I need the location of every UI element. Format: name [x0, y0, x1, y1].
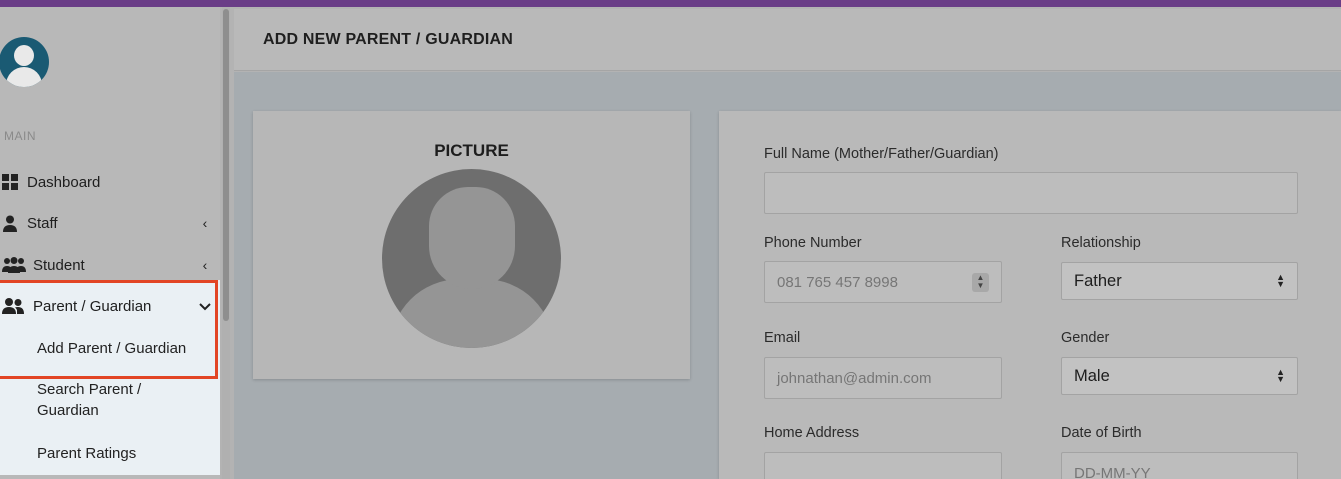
chevron-left-icon[interactable]: ‹ — [195, 215, 215, 231]
page-title: ADD NEW PARENT / GUARDIAN — [263, 31, 514, 48]
email-input[interactable]: johnathan@admin.com — [764, 357, 1002, 399]
picture-card: PICTURE — [253, 111, 690, 379]
sidebar-scrollbar[interactable] — [222, 7, 230, 479]
user-avatar[interactable] — [0, 37, 49, 87]
email-label: Email — [764, 330, 801, 346]
sidebar-item-staff[interactable]: Staff ‹ — [0, 208, 215, 238]
submenu-item-parent-ratings[interactable]: Parent Ratings — [37, 443, 136, 464]
submenu-item-add-parent[interactable]: Add Parent / Guardian — [37, 338, 186, 359]
chevron-down-icon[interactable] — [195, 298, 215, 314]
parent-form-card: Full Name (Mother/Father/Guardian) Phone… — [719, 111, 1341, 479]
sidebar-item-label: Student — [33, 256, 85, 274]
email-placeholder: johnathan@admin.com — [777, 369, 932, 387]
full-name-label: Full Name (Mother/Father/Guardian) — [764, 146, 999, 162]
phone-label: Phone Number — [764, 235, 862, 251]
picture-title: PICTURE — [434, 141, 509, 160]
home-address-input[interactable] — [764, 452, 1002, 479]
sidebar-item-label: Parent / Guardian — [33, 297, 152, 315]
sidebar-section-label: MAIN — [4, 129, 36, 143]
gender-label: Gender — [1061, 330, 1110, 346]
page-header: ADD NEW PARENT / GUARDIAN — [234, 9, 1341, 71]
chevron-left-icon[interactable]: ‹ — [195, 257, 215, 273]
gender-value: Male — [1074, 366, 1110, 385]
parents-group-icon — [0, 298, 28, 314]
sidebar-item-dashboard[interactable]: Dashboard — [0, 167, 215, 197]
scrollbar-thumb[interactable] — [223, 9, 229, 321]
select-caret-icon: ▲ ▼ — [1276, 272, 1285, 289]
dob-placeholder: DD-MM-YY — [1074, 464, 1151, 479]
home-address-label: Home Address — [764, 425, 860, 441]
submenu-item-search-parent[interactable]: Search Parent / Guardian — [37, 379, 177, 421]
sidebar-item-student[interactable]: Student ‹ — [0, 250, 215, 280]
full-name-input[interactable] — [764, 172, 1298, 214]
number-stepper-icon[interactable]: ▲ ▼ — [972, 273, 989, 292]
relationship-select[interactable]: Father ▲ ▼ — [1061, 262, 1298, 300]
relationship-label: Relationship — [1061, 235, 1141, 251]
select-caret-icon: ▲ ▼ — [1276, 367, 1285, 384]
sidebar-item-parent-guardian[interactable]: Parent / Guardian — [0, 291, 215, 321]
dob-label: Date of Birth — [1061, 425, 1142, 441]
sidebar-item-label: Dashboard — [27, 173, 101, 191]
top-accent-bar — [0, 0, 1341, 7]
dob-input[interactable]: DD-MM-YY — [1061, 452, 1298, 479]
relationship-value: Father — [1074, 271, 1122, 290]
phone-placeholder: 081 765 457 8998 — [777, 273, 898, 291]
profile-placeholder-icon[interactable] — [382, 169, 561, 348]
phone-input[interactable]: 081 765 457 8998 ▲ ▼ — [764, 261, 1002, 303]
students-group-icon — [0, 257, 28, 273]
staff-user-icon — [0, 215, 22, 232]
dashboard-grid-icon — [0, 174, 22, 190]
sidebar-item-label: Staff — [27, 214, 58, 232]
gender-select[interactable]: Male ▲ ▼ — [1061, 357, 1298, 395]
